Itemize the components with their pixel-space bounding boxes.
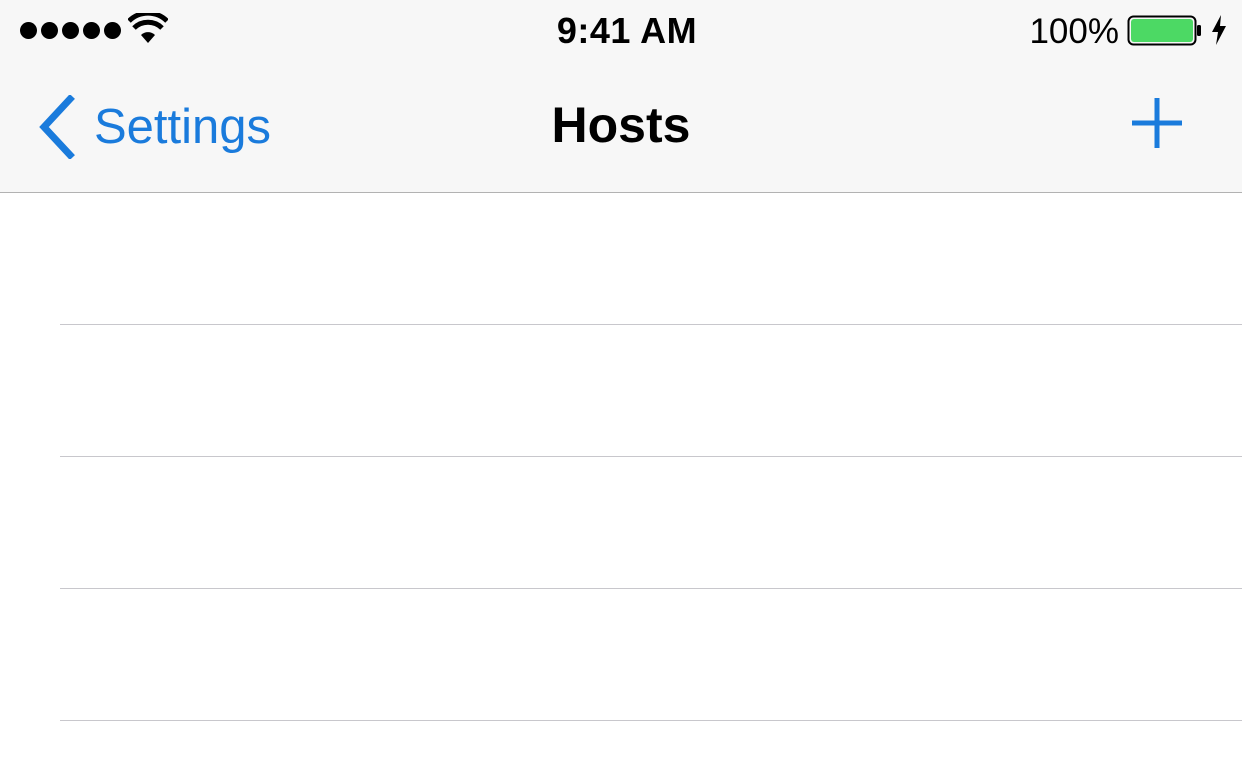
list-item[interactable] (60, 589, 1242, 721)
hosts-list (0, 193, 1242, 721)
charging-bolt-icon (1212, 15, 1226, 45)
list-item[interactable] (60, 325, 1242, 457)
list-item[interactable] (60, 193, 1242, 325)
battery-icon (1127, 15, 1201, 46)
battery-fill (1131, 19, 1193, 42)
battery-percentage: 100% (1029, 12, 1119, 51)
top-bars: 9:41 AM 100% Settings Hosts (0, 0, 1242, 193)
add-host-button[interactable] (1128, 94, 1186, 152)
plus-icon (1132, 98, 1182, 148)
status-bar: 9:41 AM 100% (0, 0, 1242, 62)
list-item[interactable] (60, 457, 1242, 589)
page-title: Hosts (551, 97, 691, 153)
navigation-bar: Settings Hosts (0, 62, 1242, 192)
